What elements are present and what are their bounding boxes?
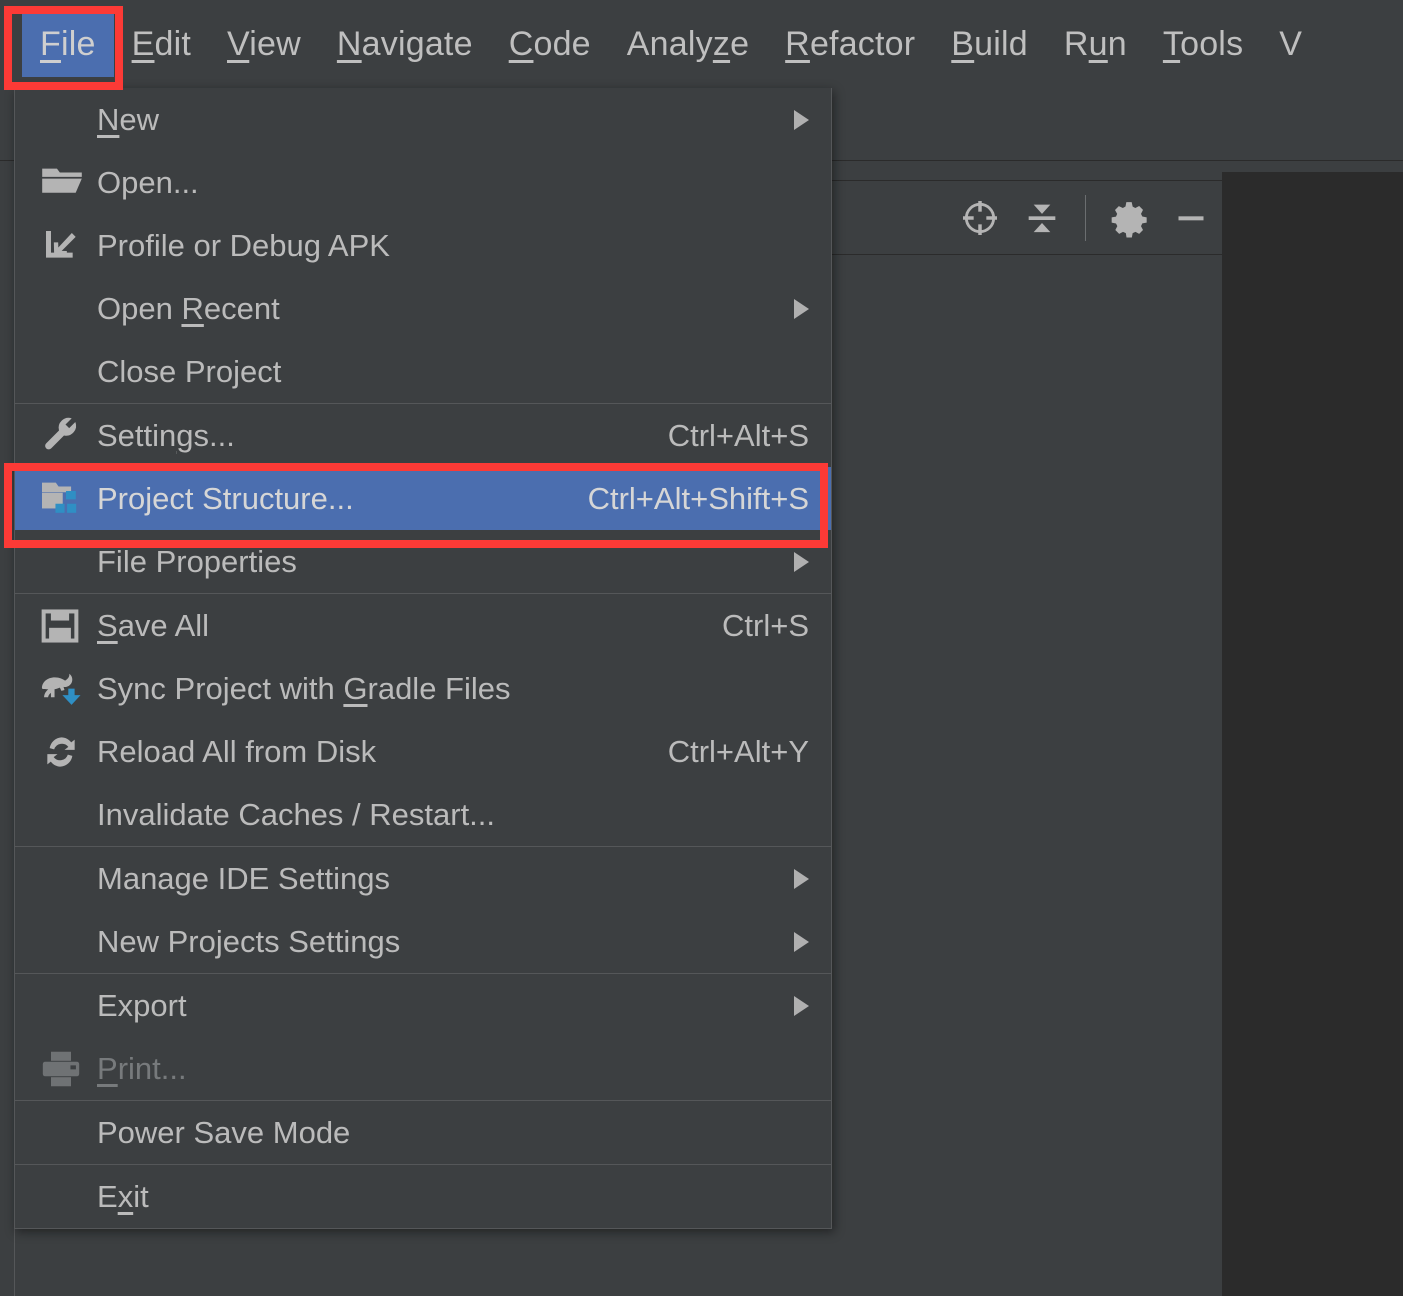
menu-item-new-label: New <box>97 102 768 138</box>
file-dropdown-menu: New Open... Profile or Debug APK Open Re… <box>14 88 832 1229</box>
menu-item-open-recent-label: Open Recent <box>97 291 768 327</box>
no-icon <box>39 287 97 331</box>
no-icon <box>39 984 97 1028</box>
menu-item-new-projects-settings[interactable]: New Projects Settings <box>15 910 831 973</box>
menubar-item-run[interactable]: Run <box>1046 11 1145 77</box>
menu-item-manage-ide-settings-label: Manage IDE Settings <box>97 861 768 897</box>
menu-item-profile-debug-apk[interactable]: Profile or Debug APK <box>15 214 831 277</box>
printer-icon <box>39 1049 83 1089</box>
no-icon <box>39 98 97 142</box>
menu-item-invalidate-caches[interactable]: Invalidate Caches / Restart... <box>15 783 831 846</box>
chevron-right-icon <box>794 869 809 889</box>
menu-item-power-save-mode[interactable]: Power Save Mode <box>15 1101 831 1164</box>
menu-item-project-structure-shortcut: Ctrl+Alt+Shift+S <box>588 481 809 517</box>
minimize-icon <box>1171 198 1211 238</box>
no-icon <box>39 350 97 394</box>
no-icon <box>39 540 97 584</box>
project-structure-icon <box>39 479 85 519</box>
no-icon <box>39 1111 97 1155</box>
menu-item-exit-label: Exit <box>97 1179 809 1215</box>
menubar-item-edit[interactable]: Edit <box>114 11 209 77</box>
no-icon <box>39 920 97 964</box>
gradle-sync-icon <box>39 668 85 710</box>
menubar-item-vcs[interactable]: V <box>1261 11 1320 77</box>
menu-item-settings-shortcut: Ctrl+Alt+S <box>668 418 809 454</box>
menu-item-manage-ide-settings[interactable]: Manage IDE Settings <box>15 847 831 910</box>
chevron-right-icon <box>794 552 809 572</box>
menu-item-open[interactable]: Open... <box>15 151 831 214</box>
menu-item-save-all[interactable]: Save All Ctrl+S <box>15 594 831 657</box>
chevron-right-icon <box>794 932 809 952</box>
menu-item-file-properties[interactable]: File Properties <box>15 530 831 593</box>
chevron-right-icon <box>794 299 809 319</box>
no-icon <box>39 793 97 837</box>
gear-icon <box>1109 198 1149 238</box>
menubar-file-label: ile <box>61 25 96 63</box>
menu-item-sync-gradle-label: Sync Project with Gradle Files <box>97 671 809 707</box>
collapse-all-icon <box>1022 198 1062 238</box>
menubar-file-mnemonic: F <box>40 25 61 63</box>
menu-item-settings-label: Settings... <box>97 418 642 454</box>
hide-tool-window-button[interactable] <box>1160 187 1222 249</box>
main-menu-bar: File Edit View Navigate Code Analyze Ref… <box>0 0 1403 88</box>
menu-item-file-properties-label: File Properties <box>97 544 768 580</box>
menu-item-reload-all-from-disk[interactable]: Reload All from Disk Ctrl+Alt+Y <box>15 720 831 783</box>
collapse-all-button[interactable] <box>1011 187 1073 249</box>
menubar-item-analyze[interactable]: Analyze <box>609 11 767 77</box>
menu-item-project-structure[interactable]: Project Structure... Ctrl+Alt+Shift+S <box>15 467 831 530</box>
reload-icon <box>39 732 83 772</box>
menu-item-export-label: Export <box>97 988 768 1024</box>
menu-item-open-label: Open... <box>97 165 809 201</box>
menu-item-save-all-shortcut: Ctrl+S <box>722 608 809 644</box>
menu-item-new-projects-settings-label: New Projects Settings <box>97 924 768 960</box>
menu-item-power-save-mode-label: Power Save Mode <box>97 1115 809 1151</box>
tool-window-toolbar <box>832 180 1222 255</box>
menu-item-print-label: Print... <box>97 1051 809 1087</box>
menu-item-invalidate-caches-label: Invalidate Caches / Restart... <box>97 797 809 833</box>
menu-item-profile-debug-apk-label: Profile or Debug APK <box>97 228 809 264</box>
toolbar-separator <box>1085 195 1086 241</box>
menu-item-settings[interactable]: Settings... Ctrl+Alt+S <box>15 404 831 467</box>
menubar-item-navigate[interactable]: Navigate <box>319 11 491 77</box>
menu-item-open-recent[interactable]: Open Recent <box>15 277 831 340</box>
no-icon <box>39 1175 97 1219</box>
tool-settings-button[interactable] <box>1098 187 1160 249</box>
menu-item-save-all-label: Save All <box>97 608 696 644</box>
menu-item-print: Print... <box>15 1037 831 1100</box>
menu-item-project-structure-label: Project Structure... <box>97 481 562 517</box>
menubar-item-code[interactable]: Code <box>491 11 609 77</box>
menu-item-reload-all-from-disk-label: Reload All from Disk <box>97 734 642 770</box>
menu-item-new[interactable]: New <box>15 88 831 151</box>
menubar-item-tools[interactable]: Tools <box>1145 11 1261 77</box>
left-tool-strip <box>0 88 15 1296</box>
menubar-item-file[interactable]: File <box>22 11 114 77</box>
menu-item-sync-gradle[interactable]: Sync Project with Gradle Files <box>15 657 831 720</box>
menu-item-exit[interactable]: Exit <box>15 1165 831 1228</box>
locate-target-icon <box>960 198 1000 238</box>
profile-apk-icon <box>39 226 83 266</box>
menu-item-export[interactable]: Export <box>15 974 831 1037</box>
editor-area <box>1222 172 1403 1296</box>
menu-item-close-project[interactable]: Close Project <box>15 340 831 403</box>
wrench-icon <box>39 416 83 456</box>
menu-item-close-project-label: Close Project <box>97 354 809 390</box>
menubar-item-refactor[interactable]: Refactor <box>767 11 933 77</box>
menu-item-reload-all-from-disk-shortcut: Ctrl+Alt+Y <box>668 734 809 770</box>
no-icon <box>39 857 97 901</box>
menubar-item-view[interactable]: View <box>209 11 319 77</box>
save-disk-icon <box>39 606 81 646</box>
chevron-right-icon <box>794 110 809 130</box>
scroll-from-source-button[interactable] <box>949 187 1011 249</box>
menubar-item-build[interactable]: Build <box>933 11 1046 77</box>
folder-open-icon <box>39 165 85 201</box>
chevron-right-icon <box>794 996 809 1016</box>
